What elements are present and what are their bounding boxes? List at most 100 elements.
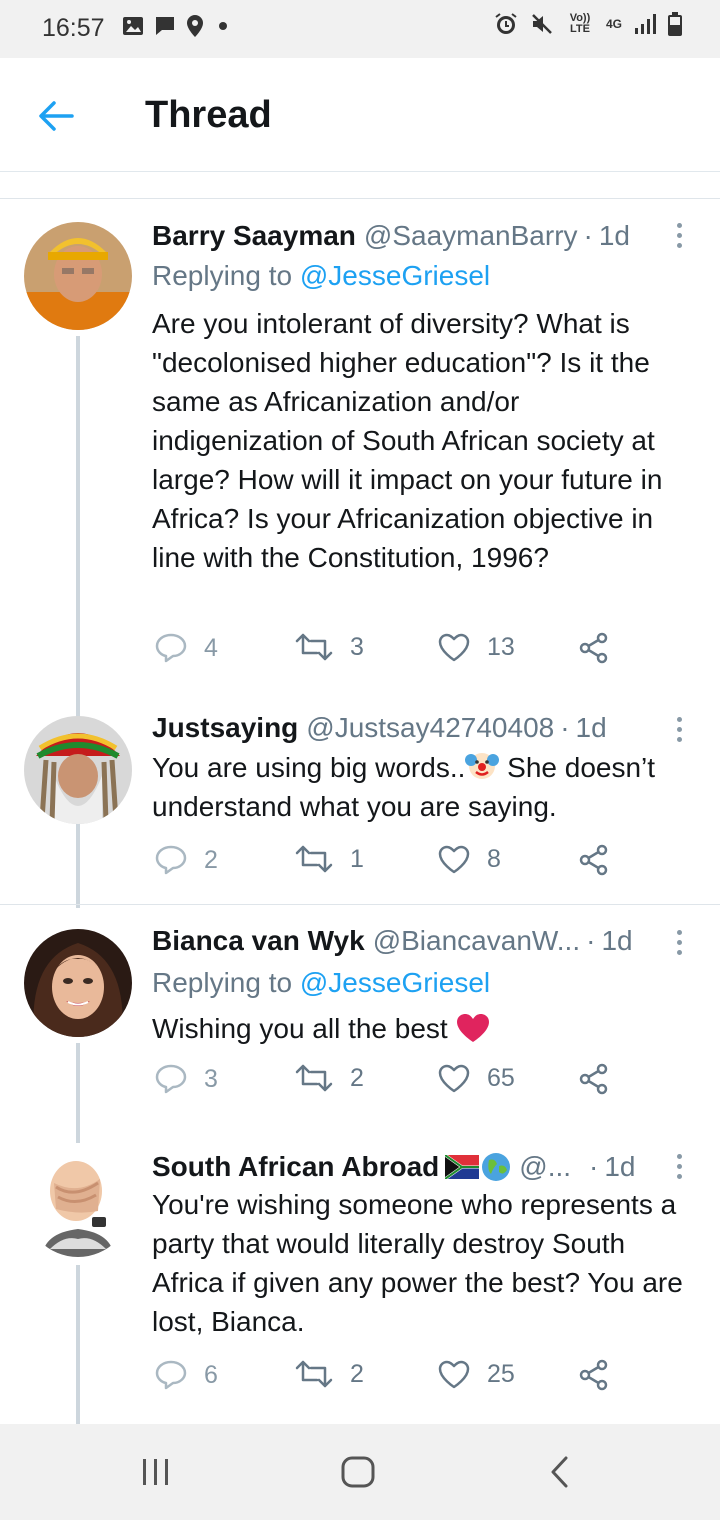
- like-count: 13: [487, 632, 515, 661]
- page-title: Thread: [145, 94, 272, 136]
- author-name[interactable]: Bianca van Wyk: [152, 925, 365, 957]
- reply-icon: [155, 1064, 187, 1094]
- heart-icon: [438, 1360, 470, 1389]
- status-bar: 16:57 Vo)) LTE 4G: [0, 0, 720, 58]
- red-heart-emoji: [456, 1014, 489, 1042]
- tweet-text: Wishing you all the best: [152, 1009, 697, 1048]
- tweet-actions: 3 2 65: [152, 1063, 622, 1107]
- tweet-header: Barry Saayman @SaaymanBarry · 1d: [152, 218, 670, 254]
- reply-button[interactable]: 3: [154, 1063, 218, 1095]
- avatar[interactable]: [24, 716, 132, 824]
- tweet[interactable]: Bianca van Wyk @BiancavanW... · 1d Reply…: [0, 905, 720, 1425]
- dot-icon: [219, 22, 227, 30]
- tweet-time: 1d: [604, 1151, 636, 1182]
- share-button[interactable]: [578, 632, 610, 664]
- tweet-text: Are you intolerant of diversity? What is…: [152, 308, 663, 573]
- back-arrow-icon: [39, 101, 74, 131]
- reply-button[interactable]: 2: [154, 844, 218, 876]
- separator-dot: ·: [583, 220, 593, 251]
- like-button[interactable]: 13: [437, 632, 515, 662]
- like-button[interactable]: 25: [437, 1359, 515, 1389]
- reply-count: 6: [204, 1360, 218, 1389]
- author-handle[interactable]: @BiancavanW...: [373, 925, 580, 957]
- tweet-text: You're wishing someone who represents a …: [152, 1189, 683, 1337]
- retweet-icon: [295, 1064, 333, 1092]
- retweet-count: 1: [350, 844, 364, 873]
- retweet-count: 2: [350, 1063, 364, 1092]
- south-africa-flag-emoji: [445, 1155, 480, 1179]
- tweet-time: 1d: [598, 220, 630, 251]
- home-button[interactable]: [328, 1452, 388, 1492]
- author-handle[interactable]: @Justsay42740408: [306, 712, 554, 744]
- nav-back-button[interactable]: [530, 1452, 590, 1492]
- message-icon: [156, 17, 174, 35]
- retweet-button[interactable]: 2: [294, 1063, 364, 1093]
- more-options-icon[interactable]: [672, 220, 686, 254]
- reply-button[interactable]: 6: [154, 1359, 218, 1391]
- retweet-button[interactable]: 3: [294, 632, 364, 662]
- tweet-actions: 6 2 25: [152, 1359, 622, 1403]
- location-icon: [187, 15, 203, 37]
- share-icon: [579, 632, 608, 664]
- alarm-icon: [495, 13, 517, 34]
- mention-link[interactable]: @JesseGriesel: [300, 260, 490, 291]
- share-icon: [579, 844, 608, 876]
- like-button[interactable]: 8: [437, 844, 501, 874]
- separator-dot: ·: [589, 1151, 599, 1182]
- tweet-header: Justsaying @Justsay42740408 · 1d: [152, 710, 670, 746]
- heart-icon: [438, 633, 470, 662]
- tweet[interactable]: Barry Saayman @SaaymanBarry · 1d Replyin…: [0, 198, 720, 908]
- heart-icon: [438, 1064, 470, 1093]
- battery-icon: [668, 12, 682, 36]
- reply-button[interactable]: 4: [154, 632, 218, 664]
- author-name[interactable]: Barry Saayman: [152, 220, 356, 252]
- system-nav-bar: [0, 1424, 720, 1520]
- avatar[interactable]: [24, 1149, 132, 1257]
- author-name[interactable]: South African Abroad: [152, 1151, 439, 1183]
- avatar[interactable]: [24, 929, 132, 1037]
- tweet-time: 1d: [601, 925, 633, 956]
- volte-icon: Vo)) LTE: [569, 12, 591, 35]
- header: Thread: [0, 58, 720, 172]
- retweet-count: 3: [350, 632, 364, 661]
- signal-icon: [635, 14, 656, 34]
- image-icon: [123, 17, 143, 35]
- reply-count: 3: [204, 1064, 218, 1093]
- tweet-time: 1d: [575, 712, 607, 743]
- share-button[interactable]: [578, 844, 610, 876]
- more-options-icon[interactable]: [672, 1151, 686, 1185]
- like-button[interactable]: 65: [437, 1063, 515, 1093]
- more-options-icon[interactable]: [672, 927, 686, 961]
- author-handle[interactable]: @...: [519, 1151, 571, 1183]
- back-button[interactable]: [30, 92, 82, 140]
- share-button[interactable]: [578, 1063, 610, 1095]
- replying-to: Replying to @JesseGriesel: [152, 967, 490, 999]
- thread-line: [76, 1043, 80, 1143]
- reply-count: 4: [204, 633, 218, 662]
- tweet-text-start: You are using big words..: [152, 752, 466, 783]
- retweet-button[interactable]: 2: [294, 1359, 364, 1389]
- status-right-icons: Vo)) LTE 4G: [494, 12, 682, 36]
- retweet-button[interactable]: 1: [294, 844, 364, 874]
- recent-apps-button[interactable]: [126, 1452, 186, 1492]
- author-handle[interactable]: @SaaymanBarry: [364, 220, 578, 252]
- status-time: 16:57: [42, 14, 105, 42]
- reply-icon: [155, 633, 187, 663]
- more-options-icon[interactable]: [672, 714, 686, 748]
- avatar[interactable]: [24, 222, 132, 330]
- share-icon: [579, 1359, 608, 1391]
- retweet-count: 2: [350, 1359, 364, 1388]
- retweet-icon: [295, 1360, 333, 1388]
- reply-icon: [155, 845, 187, 875]
- tweet-text: You are using big words.. She doesn’t un…: [152, 748, 697, 826]
- tweet-actions: 2 1 8: [152, 844, 622, 888]
- mute-icon: [532, 14, 552, 34]
- like-count: 25: [487, 1359, 515, 1388]
- tweet-header: Bianca van Wyk @BiancavanW... · 1d: [152, 923, 670, 959]
- 4g-icon: 4G: [605, 17, 622, 31]
- author-name[interactable]: Justsaying: [152, 712, 298, 744]
- share-button[interactable]: [578, 1359, 610, 1391]
- tweet-header: South African Abroad @... · 1d: [152, 1149, 670, 1185]
- mention-link[interactable]: @JesseGriesel: [300, 967, 490, 998]
- thread-line: [76, 1265, 80, 1425]
